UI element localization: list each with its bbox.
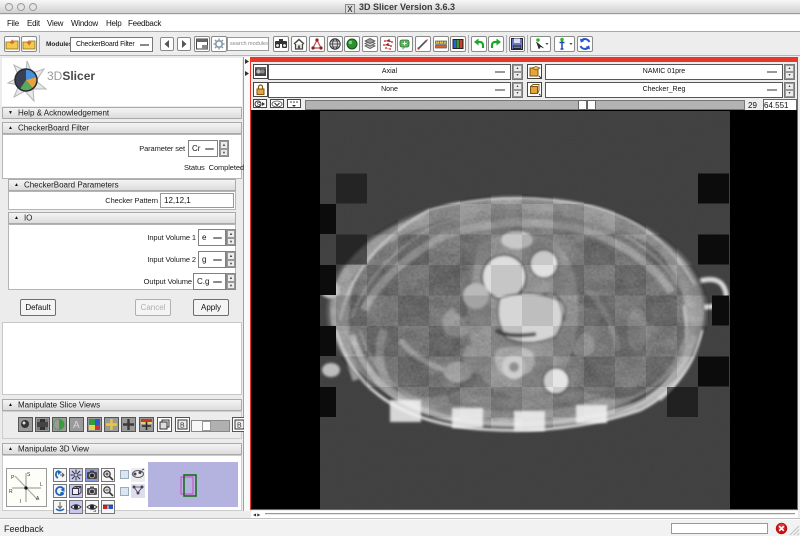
svg-text:S: S bbox=[257, 103, 261, 109]
svg-text:P: P bbox=[11, 475, 15, 481]
svg-text:A: A bbox=[73, 420, 80, 431]
svg-text:L: L bbox=[40, 482, 43, 488]
svg-text:A: A bbox=[36, 496, 40, 502]
svg-text:B: B bbox=[180, 423, 185, 430]
svg-text:R: R bbox=[9, 489, 13, 495]
svg-text:S: S bbox=[93, 508, 97, 513]
svg-text:S: S bbox=[27, 472, 31, 478]
svg-text:B: B bbox=[237, 423, 242, 430]
svg-text:I: I bbox=[20, 499, 21, 505]
